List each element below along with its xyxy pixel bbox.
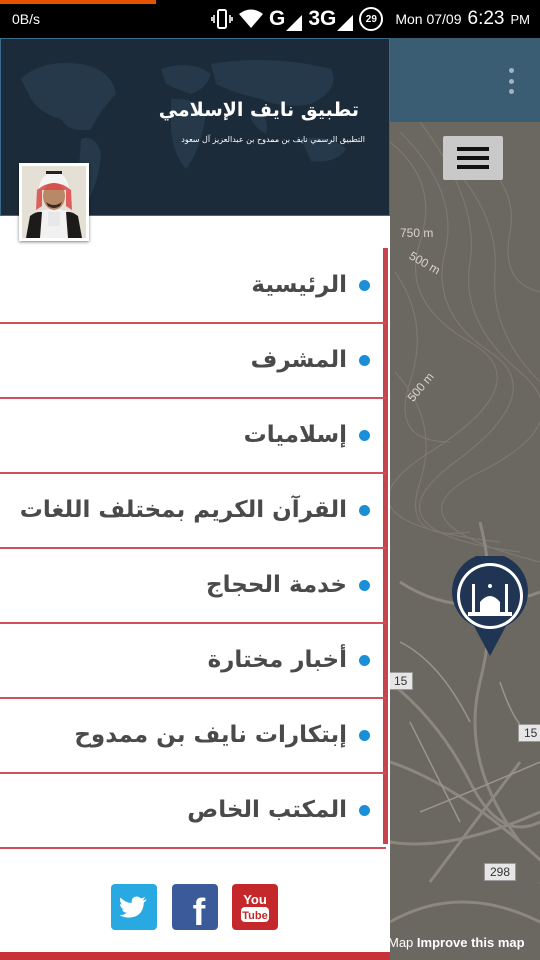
svg-text:f: f [193,892,206,925]
twitter-icon [119,896,147,918]
bullet-icon [359,804,370,816]
app-title: تطبيق نايف الإسلامي [158,99,359,121]
menu-item-label: إبتكارات نايف بن ممدوح [74,722,347,748]
road-shield: 15 [388,672,414,690]
map-attribution: Map Improve this map [388,935,525,950]
bullet-icon [359,579,370,591]
bullet-icon [359,729,370,741]
signal-icon [337,15,354,31]
road-shield: 15 [518,724,540,742]
battery-indicator: 29 [359,7,384,31]
menu-item-quran[interactable]: القرآن الكريم بمختلف اللغات [0,473,386,547]
facebook-icon: f [193,892,206,925]
drawer-bottom-bar [0,952,390,960]
vibrate-icon [211,9,233,29]
bullet-icon [359,429,370,441]
contour-label: 750 m [400,226,434,240]
status-bar: 0B/s G 3G 29 Mon 07/09 6:23 PM [0,0,540,38]
loading-progress-bar [0,0,156,4]
status-time: 6:23 [467,8,505,29]
bullet-icon [359,504,370,516]
svg-text:Tube: Tube [242,910,267,922]
menu-item-supervisor[interactable]: المشرف [0,323,386,397]
menu-item-label: القرآن الكريم بمختلف اللغات [19,497,347,523]
signal-icon [286,15,303,31]
menu-item-home[interactable]: الرئيسية [0,248,386,322]
overflow-menu-icon[interactable] [506,68,516,94]
status-icons: G 3G 29 Mon 07/09 6:23 PM [211,6,530,32]
map-menu-button[interactable] [443,136,503,180]
improve-map-link[interactable]: Improve this map [417,935,525,950]
menu-item-pilgrims-service[interactable]: خدمة الحجاج [0,548,386,622]
menu-divider [0,847,386,849]
menu-item-selected-news[interactable]: أخبار مختارة [0,623,386,697]
app-subtitle: التطبيق الرسمي نايف بن ممدوح بن عبدالعزي… [181,135,365,144]
menu-item-label: إسلاميات [243,422,347,448]
facebook-button[interactable]: f [172,884,218,930]
status-ampm: PM [510,11,531,27]
status-date: Mon 07/09 [395,11,462,27]
youtube-button[interactable]: You Tube [232,884,278,930]
youtube-icon: You Tube [241,892,269,922]
network-g-indicator: G [269,7,303,31]
menu-item-label: المشرف [250,347,347,373]
mosque-marker-icon[interactable] [450,556,530,658]
road-shield: 298 [484,863,517,881]
profile-avatar[interactable] [19,163,89,241]
twitter-button[interactable] [111,884,157,930]
profile-photo [22,166,86,238]
network-speed: 0B/s [12,11,41,27]
menu-item-innovations[interactable]: إبتكارات نايف بن ممدوح [0,698,386,772]
menu-item-label: خدمة الحجاج [206,572,347,598]
svg-text:You: You [243,892,267,907]
menu-item-islamiyat[interactable]: إسلاميات [0,398,386,472]
navigation-drawer: تطبيق نايف الإسلامي التطبيق الرسمي نايف … [0,38,390,960]
menu-item-private-office[interactable]: المكتب الخاص [0,773,386,847]
wifi-icon [238,9,263,28]
menu-item-label: أخبار مختارة [207,647,347,673]
bullet-icon [359,654,370,666]
bullet-icon [359,354,370,366]
menu-item-label: الرئيسية [251,272,347,298]
menu-item-label: المكتب الخاص [187,797,347,823]
bullet-icon [359,279,370,291]
network-3g-indicator: 3G [308,7,354,31]
